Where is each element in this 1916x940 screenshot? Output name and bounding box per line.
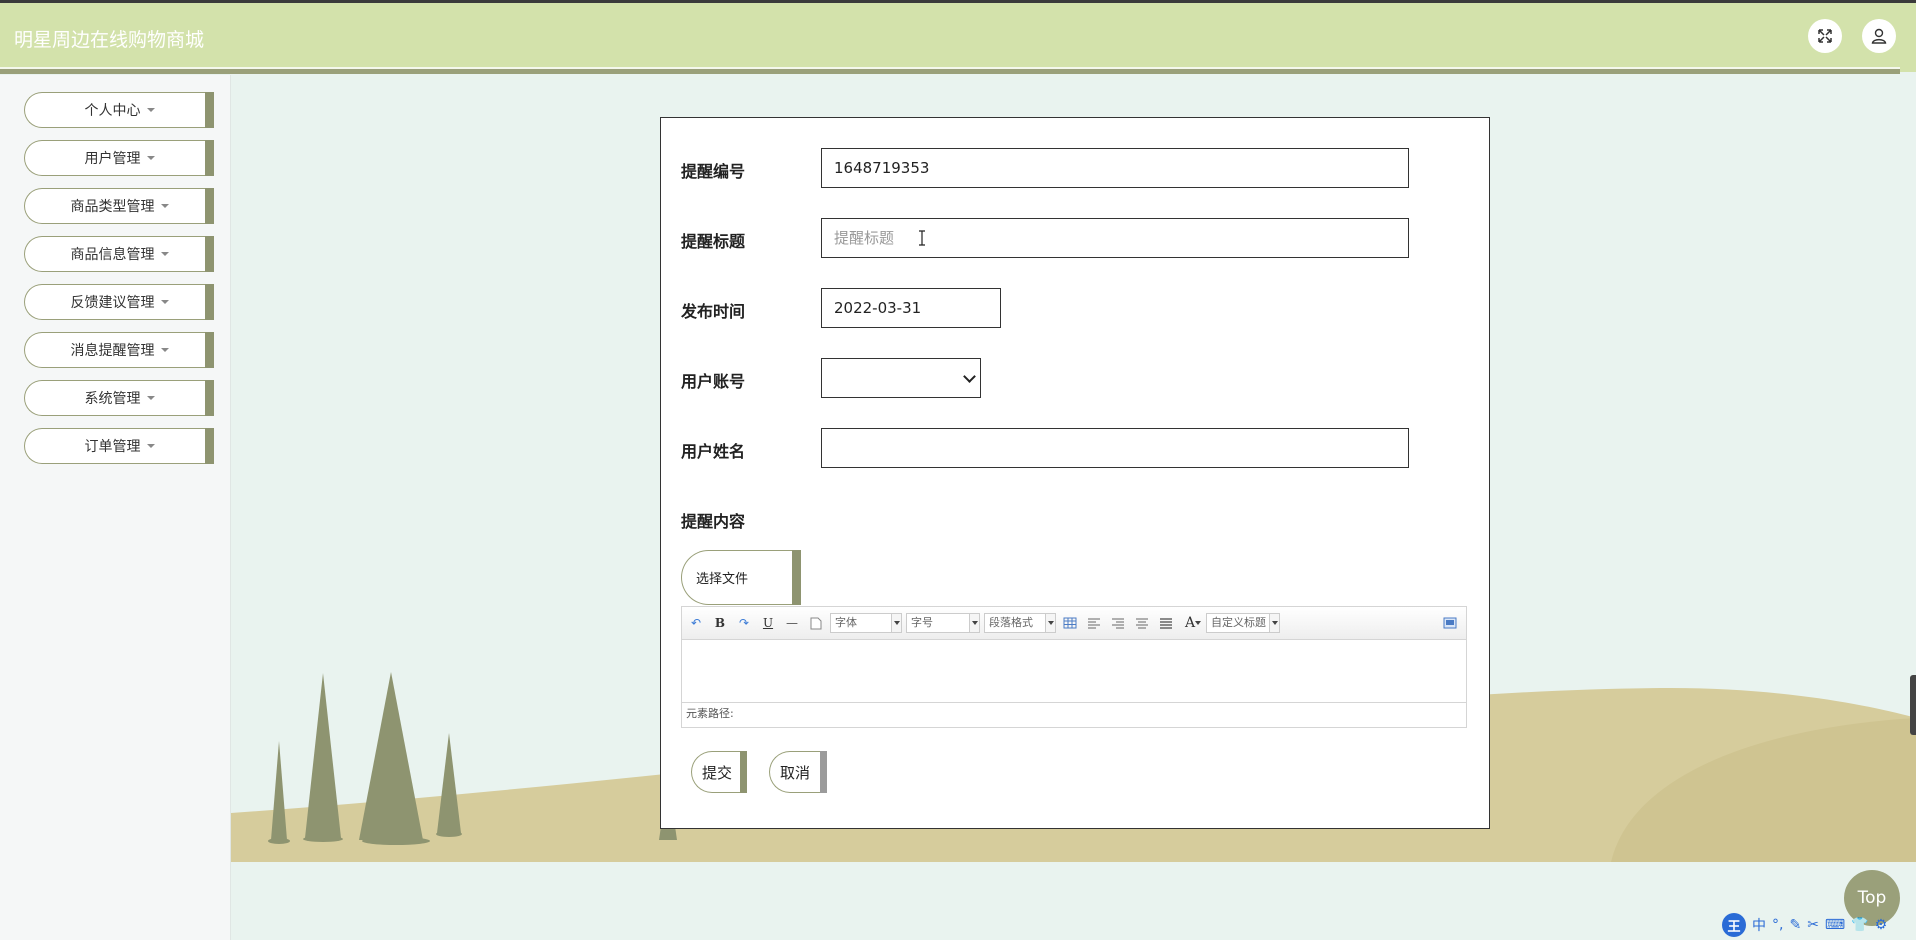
font-size-label: 字号 xyxy=(911,616,933,629)
reminder-no-label: 提醒编号 xyxy=(681,162,746,181)
sidebar-item-personal-center[interactable]: 个人中心 xyxy=(24,92,214,128)
horizontal-rule-icon[interactable]: — xyxy=(784,615,800,631)
undo-icon[interactable]: ↶ xyxy=(688,615,704,631)
caret-down-icon xyxy=(160,204,169,208)
fullscreen-button[interactable] xyxy=(1808,19,1842,53)
sidebar-item-label: 个人中心 xyxy=(84,103,141,119)
app-title: 明星周边在线购物商城 xyxy=(14,29,205,51)
redo-icon[interactable]: ↷ xyxy=(736,615,752,631)
expand-icon xyxy=(1818,29,1832,43)
editor-element-path: 元素路径: xyxy=(682,702,1466,727)
cancel-button[interactable]: 取消 xyxy=(769,751,827,793)
settings-icon[interactable]: ⚙ xyxy=(1875,917,1888,933)
header-divider xyxy=(0,69,1900,74)
reminder-no-input[interactable] xyxy=(821,148,1409,188)
align-left-icon[interactable] xyxy=(1086,615,1102,631)
submit-label: 提交 xyxy=(702,763,733,782)
reminder-form: 提醒编号 提醒标题 发布时间 用户账号 用户姓名 提醒内容 选择文件 ↶ B ↷… xyxy=(660,117,1490,829)
dropdown-arrow-icon xyxy=(1045,614,1055,632)
sidebar-item-orders[interactable]: 订单管理 xyxy=(24,428,214,464)
sidebar-item-product-type[interactable]: 商品类型管理 xyxy=(24,188,214,224)
fullscreen-editor-icon[interactable] xyxy=(1442,615,1458,631)
caret-down-icon xyxy=(146,444,155,448)
ime-logo-icon[interactable]: 王 xyxy=(1722,913,1746,937)
sidebar-item-label: 消息提醒管理 xyxy=(70,343,155,359)
dropdown-arrow-icon xyxy=(891,614,901,632)
dropdown-arrow-icon xyxy=(1269,614,1279,632)
sidebar-item-label: 商品信息管理 xyxy=(70,247,155,263)
sidebar-item-label: 订单管理 xyxy=(84,439,141,455)
sidebar-item-feedback[interactable]: 反馈建议管理 xyxy=(24,284,214,320)
editor-toolbar: ↶ B ↷ U — 字体 字号 段落格式 A 自定义标题 xyxy=(682,607,1466,640)
user-icon xyxy=(1871,28,1887,44)
dropdown-arrow-icon xyxy=(969,614,979,632)
sidebar-item-label: 商品类型管理 xyxy=(70,199,155,215)
sidebar-item-label: 用户管理 xyxy=(84,151,141,167)
caret-down-icon xyxy=(146,108,155,112)
ime-mode[interactable]: 中 xyxy=(1752,915,1766,935)
reminder-title-input[interactable] xyxy=(821,218,1409,258)
underline-icon[interactable]: U xyxy=(760,615,776,631)
sidebar-item-label: 系统管理 xyxy=(84,391,141,407)
caret-down-icon xyxy=(160,300,169,304)
font-color-dropdown-icon[interactable] xyxy=(1194,615,1202,631)
submit-button[interactable]: 提交 xyxy=(691,751,747,793)
user-account-select[interactable] xyxy=(821,358,981,398)
ime-toolbar: 王 中 °, ✎ ✂ ⌨ 👕 ⚙ xyxy=(1722,910,1916,940)
punctuation-icon[interactable]: °, xyxy=(1772,917,1783,933)
table-icon[interactable] xyxy=(1062,615,1078,631)
page-icon[interactable] xyxy=(808,615,824,631)
user-menu-button[interactable] xyxy=(1862,19,1896,53)
skin-icon[interactable]: 👕 xyxy=(1851,917,1868,933)
custom-title-select[interactable]: 自定义标题 xyxy=(1206,613,1280,633)
editor-content-area[interactable] xyxy=(682,640,1466,702)
keyboard-icon[interactable]: ⌨ xyxy=(1825,917,1845,933)
sidebar-item-system[interactable]: 系统管理 xyxy=(24,380,214,416)
pen-icon[interactable]: ✎ xyxy=(1789,917,1801,933)
custom-title-label: 自定义标题 xyxy=(1211,616,1266,629)
caret-down-icon xyxy=(146,396,155,400)
font-family-label: 字体 xyxy=(835,616,857,629)
paragraph-format-select[interactable]: 段落格式 xyxy=(984,613,1056,633)
page-bottom-band xyxy=(231,862,1916,940)
sidebar-item-message-reminder[interactable]: 消息提醒管理 xyxy=(24,332,214,368)
font-family-select[interactable]: 字体 xyxy=(830,613,902,633)
user-account-label: 用户账号 xyxy=(681,372,746,391)
choose-file-button[interactable]: 选择文件 xyxy=(681,550,801,605)
align-center-icon[interactable] xyxy=(1134,615,1150,631)
sidebar-item-product-info[interactable]: 商品信息管理 xyxy=(24,236,214,272)
choose-file-label: 选择文件 xyxy=(696,572,749,587)
caret-down-icon xyxy=(160,348,169,352)
align-right-icon[interactable] xyxy=(1110,615,1126,631)
paragraph-format-label: 段落格式 xyxy=(989,616,1033,629)
font-size-select[interactable]: 字号 xyxy=(906,613,980,633)
cancel-label: 取消 xyxy=(780,763,811,782)
reminder-title-label: 提醒标题 xyxy=(681,232,746,251)
caret-down-icon xyxy=(160,252,169,256)
scroll-top-label: Top xyxy=(1857,888,1887,908)
sidebar: 个人中心 用户管理 商品类型管理 商品信息管理 反馈建议管理 消息提醒管理 系统… xyxy=(0,75,231,940)
publish-time-label: 发布时间 xyxy=(681,302,746,321)
user-name-input[interactable] xyxy=(821,428,1409,468)
bold-icon[interactable]: B xyxy=(712,615,728,631)
caret-down-icon xyxy=(146,156,155,160)
scissors-icon[interactable]: ✂ xyxy=(1807,917,1819,933)
sidebar-item-label: 反馈建议管理 xyxy=(70,295,155,311)
user-name-label: 用户姓名 xyxy=(681,442,746,461)
text-cursor-icon xyxy=(919,230,925,246)
align-justify-icon[interactable] xyxy=(1158,615,1174,631)
side-drawer-handle[interactable] xyxy=(1910,675,1916,735)
reminder-content-label: 提醒内容 xyxy=(681,512,746,531)
sidebar-item-user-management[interactable]: 用户管理 xyxy=(24,140,214,176)
top-header: 明星周边在线购物商城 xyxy=(0,0,1916,74)
rich-text-editor: ↶ B ↷ U — 字体 字号 段落格式 A 自定义标题 元素路径: xyxy=(681,606,1467,728)
publish-time-input[interactable] xyxy=(821,288,1001,328)
chevron-down-icon xyxy=(963,370,976,383)
